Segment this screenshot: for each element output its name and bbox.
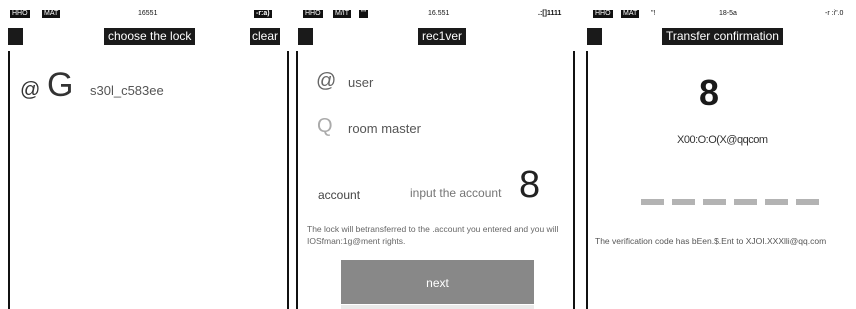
confirmation-digit: 8 (699, 72, 720, 113)
recipient-email: X00:O:O(X@qqcom (677, 134, 768, 146)
network-label: MAT (42, 10, 61, 18)
code-cell[interactable] (641, 199, 664, 205)
code-cell[interactable] (796, 199, 819, 205)
divider-left (296, 51, 298, 309)
code-cell[interactable] (765, 199, 788, 205)
next-button[interactable]: next (341, 260, 534, 304)
verification-message: The verification code has bEen.$.Ent to … (595, 236, 827, 246)
lock-badge: G (47, 66, 74, 104)
battery-indicator: -r :i".0 (825, 10, 844, 17)
divider-right (573, 51, 575, 309)
back-button[interactable] (587, 28, 602, 45)
battery-indicator: -r:a) (254, 10, 272, 18)
status-bar: HHO M/IT "" 16.551 .:[]1111 (293, 0, 576, 26)
next-button-shadow (341, 305, 534, 309)
back-button[interactable] (8, 28, 23, 45)
carrier-label: HHO (593, 10, 613, 18)
title-bar: choose the lock clear (0, 28, 289, 45)
option-label: room master (348, 121, 421, 136)
network-label: MAT (621, 10, 640, 18)
transfer-note: The lock will betransferred to the .acco… (307, 224, 559, 246)
option-label: user (348, 75, 374, 90)
status-time: 16.551 (428, 10, 450, 17)
network-label: M/IT (333, 10, 351, 18)
status-time: 16551 (138, 10, 158, 17)
back-button[interactable] (298, 28, 313, 45)
status-bar: HHO MAT "! 18-5a -r :i".0 (581, 0, 856, 26)
lock-icon: @ (20, 79, 41, 101)
signal-indicator: "" (359, 10, 368, 18)
lock-name: s30l_c583ee (90, 83, 164, 98)
divider-left (586, 51, 588, 309)
search-icon: Q (317, 115, 333, 137)
carrier-label: HHO (10, 10, 30, 18)
title-bar: rec1ver (293, 28, 576, 45)
page-title: rec1ver (418, 28, 467, 45)
receiver-screen: HHO M/IT "" 16.551 .:[]1111 rec1ver @ us… (293, 0, 576, 309)
signal-indicator: "! (651, 10, 656, 17)
at-icon: @ (316, 70, 337, 92)
divider-right (287, 51, 289, 309)
account-input[interactable] (410, 186, 510, 200)
code-cell[interactable] (672, 199, 695, 205)
title-bar: Transfer confirmation (581, 28, 856, 45)
carrier-label: HHO (303, 10, 323, 18)
clear-button[interactable]: clear (250, 28, 281, 45)
divider-left (8, 51, 10, 309)
choose-lock-screen: HHO MAT 16551 -r:a) choose the lock clea… (0, 0, 289, 309)
status-bar: HHO MAT 16551 -r:a) (0, 0, 289, 26)
page-title: choose the lock (104, 28, 196, 45)
account-digit: 8 (519, 164, 541, 206)
battery-indicator: .:[]1111 (538, 10, 562, 17)
account-label: account (318, 188, 361, 202)
code-cell[interactable] (734, 199, 757, 205)
page-title: Transfer confirmation (662, 28, 783, 45)
verification-code-input[interactable] (641, 199, 819, 205)
transfer-confirmation-screen: HHO MAT "! 18-5a -r :i".0 Transfer confi… (581, 0, 856, 309)
status-time: 18-5a (719, 10, 737, 17)
code-cell[interactable] (703, 199, 726, 205)
